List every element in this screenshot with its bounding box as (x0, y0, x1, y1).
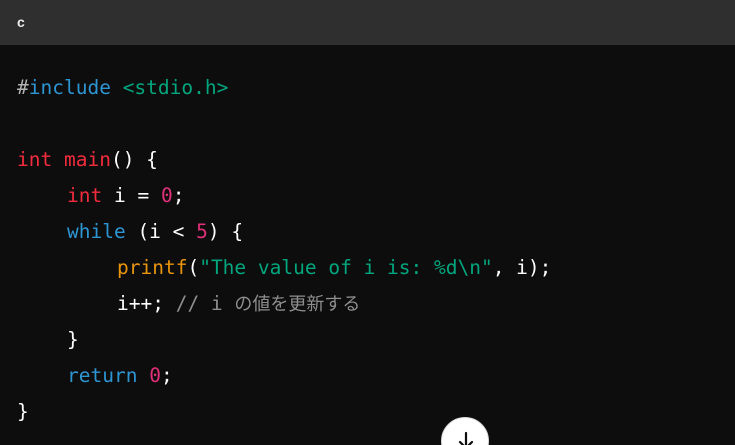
code-line-6: printf("The value of i is: %d\n", i); (117, 253, 551, 283)
code-line-3: int main() { (17, 145, 158, 175)
code-line-4: int i = 0; (67, 181, 184, 211)
code-text: () { (110, 148, 158, 171)
code-block: c #include <stdio.h> int main() { int i … (0, 0, 735, 445)
code-line-10: } (17, 397, 29, 427)
closing-brace: } (17, 400, 29, 423)
arrow-down-icon (458, 431, 474, 445)
code-text: i++; (117, 292, 176, 315)
closing-brace: } (67, 328, 79, 351)
code-line-7: i++; // i の値を更新する (117, 289, 360, 319)
code-line-8: } (67, 325, 79, 355)
number-literal: 5 (196, 220, 208, 243)
number-literal: 0 (149, 364, 161, 387)
code-line-9: return 0; (67, 361, 173, 391)
function-call: printf (117, 256, 188, 279)
code-text: ( (187, 256, 200, 279)
number-literal: 0 (160, 184, 173, 207)
code-text: ; (172, 184, 185, 207)
code-text: ) { (207, 220, 244, 243)
type-keyword: int (17, 148, 53, 171)
code-content: #include <stdio.h> int main() { int i = … (0, 45, 735, 445)
preprocessor-hash: # (17, 76, 29, 99)
include-keyword: include (28, 76, 111, 99)
comment: // i (175, 292, 235, 315)
language-label: c (17, 14, 25, 30)
code-text: , i); (492, 256, 552, 279)
code-text: ; (160, 364, 173, 387)
code-text: (i < (125, 220, 197, 243)
string-literal: "The value of i is: %d\n" (199, 256, 493, 279)
return-keyword: return (67, 364, 138, 387)
code-block-header: c (0, 0, 735, 45)
type-keyword: int (67, 184, 103, 207)
while-keyword: while (67, 220, 126, 243)
code-text: i = (102, 184, 161, 207)
include-header: <stdio.h> (122, 76, 229, 99)
code-line-1: #include <stdio.h> (17, 73, 228, 103)
code-line-5: while (i < 5) { (67, 217, 243, 247)
comment-japanese: の値を更新する (234, 294, 361, 315)
function-name: main (63, 148, 111, 171)
